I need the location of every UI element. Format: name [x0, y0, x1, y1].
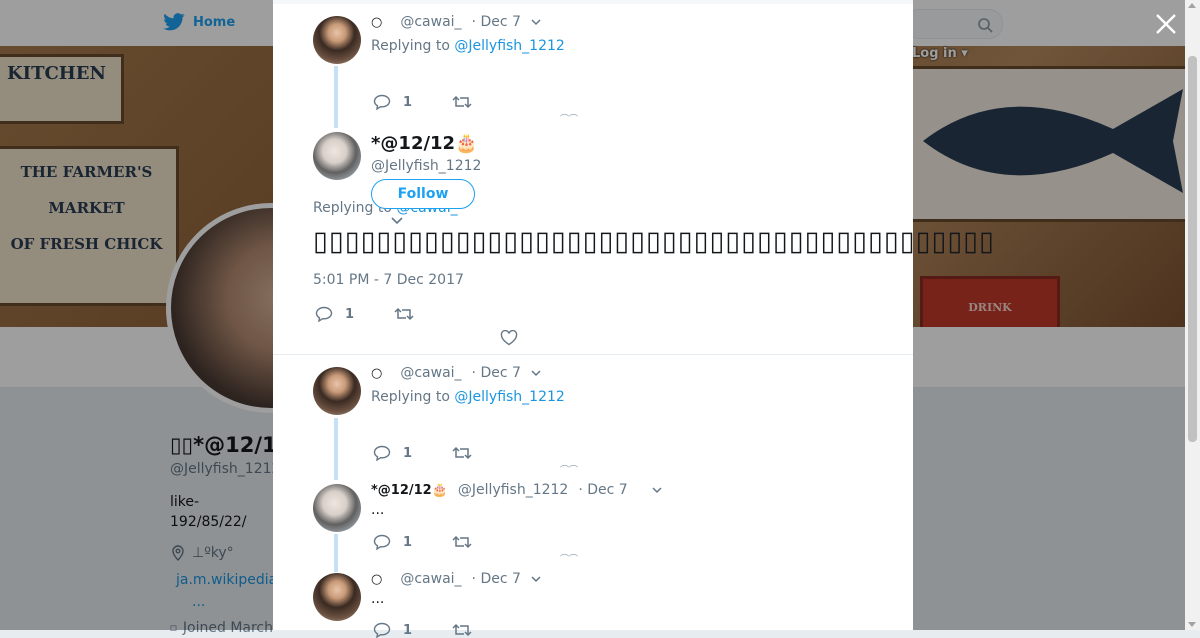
user-handle[interactable]: @cawai_: [400, 14, 461, 30]
tweet-date[interactable]: · Dec 7: [472, 365, 521, 381]
focused-user-name[interactable]: *@12/12🎂: [371, 133, 478, 154]
replying-to: Replying to @Jellyfish_1212: [371, 389, 565, 405]
thread-line: [334, 418, 338, 480]
thread-line: [334, 534, 338, 572]
thread-line: [334, 66, 338, 128]
user-handle[interactable]: @cawai_: [400, 571, 461, 587]
tweet-date[interactable]: · Dec 7: [472, 571, 521, 587]
tweet-text: ...: [371, 591, 385, 607]
tweet-header: *@12/12🎂 @Jellyfish_1212 · Dec 7: [371, 482, 662, 498]
tweet-text: ...: [371, 502, 385, 518]
chevron-down-icon[interactable]: [531, 368, 541, 378]
reply-action[interactable]: 1: [373, 622, 412, 638]
replying-to: Replying to @Jellyfish_1212: [371, 38, 565, 54]
close-icon[interactable]: [1154, 12, 1178, 36]
tweet-modal: [273, 0, 913, 630]
reply-icon: [373, 445, 391, 461]
user-name[interactable]: ○: [371, 572, 382, 587]
like-icon-peek: ⌒⌒: [560, 555, 579, 565]
reply-icon: [315, 306, 333, 322]
chevron-down-icon[interactable]: [391, 216, 403, 226]
tweet-header: ○ @cawai_ · Dec 7: [371, 14, 541, 30]
scroll-up-arrow-icon[interactable]: [1188, 3, 1196, 8]
retweet-icon[interactable]: [452, 623, 472, 637]
user-name[interactable]: ○: [371, 366, 382, 381]
reply-action[interactable]: 1: [315, 306, 354, 322]
retweet-icon[interactable]: [452, 95, 472, 109]
user-handle[interactable]: @cawai_: [400, 365, 461, 381]
user-name[interactable]: *@12/12🎂: [371, 483, 448, 498]
avatar[interactable]: [313, 484, 361, 532]
scrollbar[interactable]: [1185, 0, 1200, 630]
replying-to-link[interactable]: @Jellyfish_1212: [454, 389, 564, 405]
reply-action[interactable]: 1: [373, 94, 412, 110]
avatar[interactable]: [313, 16, 361, 64]
follow-button[interactable]: Follow: [371, 179, 475, 209]
tweet-header: ○ @cawai_ · Dec 7: [371, 571, 541, 587]
replying-label: Replying to: [371, 389, 450, 405]
user-handle[interactable]: @Jellyfish_1212: [458, 482, 568, 498]
replying-label: Replying to: [371, 38, 450, 54]
reply-action[interactable]: 1: [373, 445, 412, 461]
avatar[interactable]: [313, 132, 361, 180]
user-name[interactable]: ○: [371, 15, 382, 30]
tweet-header: ○ @cawai_ · Dec 7: [371, 365, 541, 381]
reply-count: 1: [403, 94, 413, 110]
modal-top-edge: [273, 0, 913, 4]
retweet-icon[interactable]: [452, 446, 472, 460]
scrollbar-thumb[interactable]: [1188, 56, 1197, 442]
reply-count: 1: [345, 306, 355, 322]
tweet-date[interactable]: · Dec 7: [578, 482, 627, 498]
heart-icon[interactable]: [500, 330, 518, 346]
retweet-icon[interactable]: [394, 307, 414, 321]
chevron-down-icon[interactable]: [531, 17, 541, 27]
divider: [273, 354, 913, 355]
reply-count: 1: [403, 622, 413, 638]
reply-count: 1: [403, 534, 413, 550]
reply-icon: [373, 622, 391, 638]
avatar[interactable]: [313, 367, 361, 415]
reply-count: 1: [403, 445, 413, 461]
reply-icon: [373, 534, 391, 550]
chevron-down-icon[interactable]: [531, 574, 541, 584]
focused-timestamp[interactable]: 5:01 PM - 7 Dec 2017: [313, 272, 464, 288]
reply-action[interactable]: 1: [373, 534, 412, 550]
reply-icon: [373, 94, 391, 110]
focused-user-handle[interactable]: @Jellyfish_1212: [371, 158, 481, 174]
scroll-down-arrow-icon[interactable]: [1188, 622, 1196, 627]
avatar[interactable]: [313, 573, 361, 621]
replying-to-link[interactable]: @Jellyfish_1212: [454, 38, 564, 54]
like-icon-peek: ⌒⌒: [560, 466, 579, 476]
focused-tweet-text: ▯▯▯▯▯▯▯▯▯▯▯▯▯▯▯▯▯▯▯▯▯▯▯▯▯▯▯▯▯▯▯▯▯▯▯▯▯▯▯▯…: [313, 226, 995, 257]
tweet-date[interactable]: · Dec 7: [472, 14, 521, 30]
retweet-icon[interactable]: [452, 535, 472, 549]
like-icon-peek: ⌒⌒: [560, 115, 579, 125]
chevron-down-icon[interactable]: [652, 485, 662, 495]
